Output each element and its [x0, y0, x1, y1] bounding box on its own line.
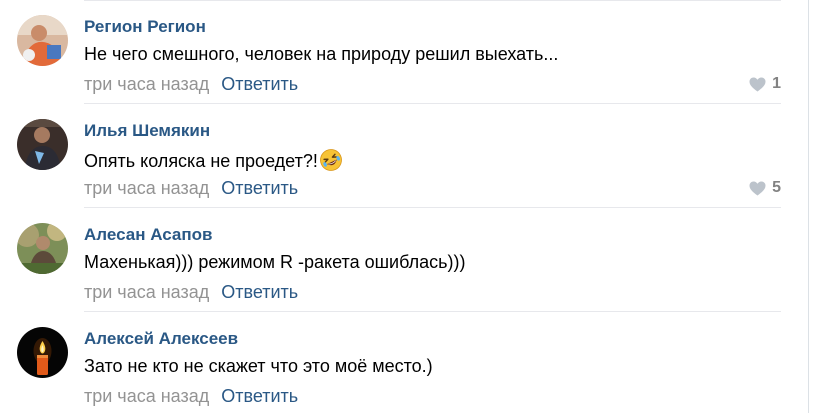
- comment-time[interactable]: три часа назад: [84, 74, 209, 94]
- comment-text: Не чего смешного, человек на природу реш…: [84, 44, 559, 64]
- comment-meta: три часа назад Ответить: [84, 282, 298, 303]
- like-count: 1: [772, 75, 781, 92]
- comment-author[interactable]: Алексей Алексеев: [84, 329, 238, 349]
- comment-time[interactable]: три часа назад: [84, 282, 209, 302]
- comment-author[interactable]: Илья Шемякин: [84, 121, 210, 141]
- comment-item: Регион Регион Не чего смешного, человек …: [0, 0, 808, 104]
- reply-button[interactable]: Ответить: [221, 386, 298, 406]
- comment-item: Алексей Алексеев Зато не кто не скажет ч…: [0, 312, 808, 416]
- comment-meta: три часа назад Ответить: [84, 74, 298, 95]
- reply-button[interactable]: Ответить: [221, 178, 298, 198]
- comment-item: Алесан Асапов Махенькая))) режимом R -ра…: [0, 208, 808, 312]
- comment-time[interactable]: три часа назад: [84, 178, 209, 198]
- like-count: 5: [772, 179, 781, 196]
- reply-button[interactable]: Ответить: [221, 282, 298, 302]
- avatar[interactable]: [17, 223, 68, 274]
- like-button[interactable]: 5: [749, 178, 781, 198]
- comment-text: Махенькая))) режимом R -ракета ошиблась)…: [84, 252, 466, 272]
- comment-time[interactable]: три часа назад: [84, 386, 209, 406]
- comment-meta: три часа назад Ответить: [84, 386, 298, 407]
- comment-meta: три часа назад Ответить: [84, 178, 298, 199]
- heart-icon: [749, 77, 766, 91]
- comment-text: Опять коляска не проедет?!: [84, 148, 343, 172]
- avatar[interactable]: [17, 119, 68, 170]
- comment-item: Илья Шемякин Опять коляска не проедет?! …: [0, 104, 808, 208]
- comment-text: Зато не кто не скажет что это моё место.…: [84, 356, 433, 376]
- comment-text-content: Опять коляска не проедет?!: [84, 151, 318, 171]
- comment-author[interactable]: Регион Регион: [84, 17, 206, 37]
- page-border: [808, 0, 809, 413]
- candle-avatar[interactable]: [17, 327, 68, 378]
- avatar[interactable]: [17, 15, 68, 66]
- rolling-on-floor-laughing-emoji-icon: [319, 148, 343, 172]
- like-button[interactable]: 1: [749, 74, 781, 94]
- comment-author[interactable]: Алесан Асапов: [84, 225, 212, 245]
- reply-button[interactable]: Ответить: [221, 74, 298, 94]
- heart-icon: [749, 181, 766, 195]
